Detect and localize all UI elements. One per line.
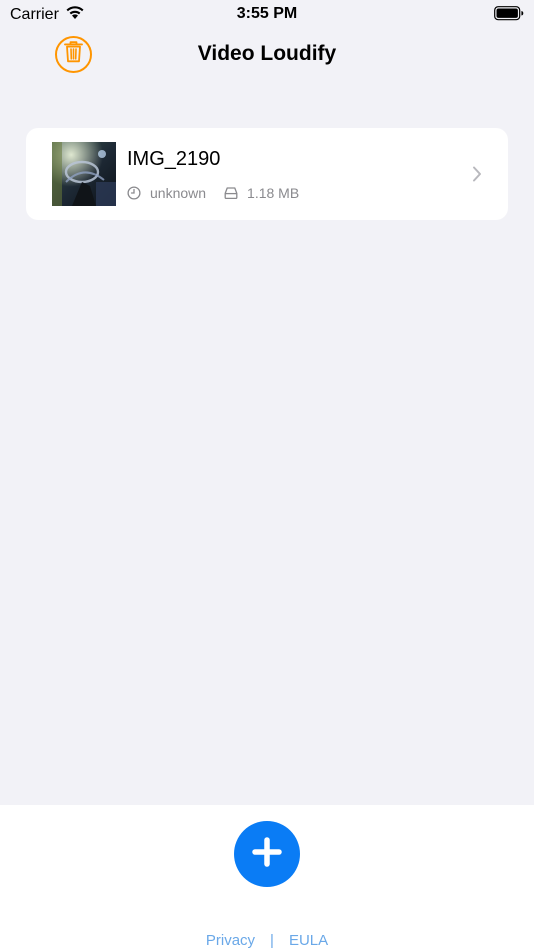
screen: Carrier 3:55 PM Video Loudify IMG_2190 u… bbox=[0, 0, 534, 950]
footer-separator: | bbox=[270, 932, 274, 949]
page-title: Video Loudify bbox=[197, 42, 337, 65]
eula-link[interactable]: EULA bbox=[289, 932, 328, 949]
storage-icon bbox=[224, 186, 238, 200]
chevron-right-icon bbox=[472, 166, 482, 187]
nav-bar: Video Loudify bbox=[0, 28, 534, 82]
video-list-item[interactable]: IMG_2190 unknown 1.18 MB bbox=[26, 128, 508, 220]
status-time: 3:55 PM bbox=[236, 5, 298, 22]
video-thumbnail bbox=[52, 142, 116, 206]
video-duration: unknown bbox=[150, 185, 207, 201]
battery-icon bbox=[494, 6, 524, 26]
video-size: 1.18 MB bbox=[247, 185, 300, 201]
privacy-link[interactable]: Privacy bbox=[206, 932, 255, 949]
clock-icon bbox=[127, 186, 141, 200]
footer-links: Privacy | EULA bbox=[0, 932, 534, 949]
video-meta: unknown 1.18 MB bbox=[127, 185, 299, 201]
video-name: IMG_2190 bbox=[127, 148, 221, 170]
add-video-button[interactable] bbox=[234, 821, 300, 887]
plus-icon bbox=[251, 836, 283, 873]
bottom-panel: Privacy | EULA bbox=[0, 805, 534, 950]
status-bar: Carrier 3:55 PM bbox=[0, 0, 534, 28]
